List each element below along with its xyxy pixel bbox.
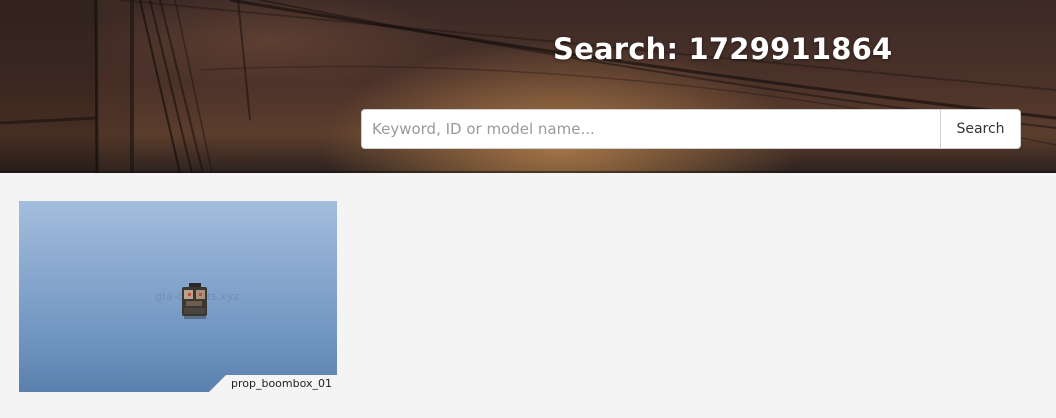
search-hero-banner: Search: 1729911864 Search	[0, 0, 1056, 173]
boombox-thumbnail	[182, 283, 207, 319]
result-card[interactable]: gta-objects.xyz prop_boombox_01	[19, 201, 337, 392]
search-form: Search	[361, 109, 1021, 149]
search-button[interactable]: Search	[940, 109, 1021, 149]
search-input[interactable]	[361, 109, 940, 149]
result-model-name: prop_boombox_01	[208, 375, 337, 392]
page-title: Search: 1729911864	[553, 32, 893, 66]
